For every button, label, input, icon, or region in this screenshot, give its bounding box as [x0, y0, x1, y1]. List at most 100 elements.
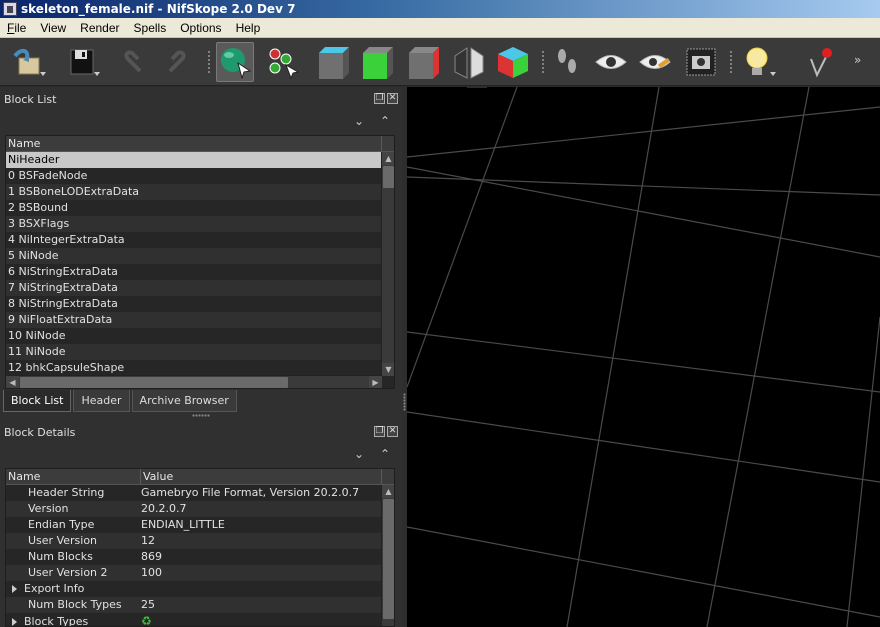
detail-row[interactable]: Endian Type ENDIAN_LITTLE: [6, 517, 382, 533]
float-icon[interactable]: ❐: [374, 93, 385, 104]
horizontal-splitter-handle[interactable]: [192, 414, 210, 417]
block-list-tree[interactable]: Name NiHeader 0 BSFadeNode 1 BSBoneLODEx…: [5, 135, 395, 389]
scroll-right-icon[interactable]: ▶: [369, 376, 382, 388]
menu-view[interactable]: View: [33, 21, 73, 35]
menu-help[interactable]: Help: [229, 21, 268, 35]
select-object-button[interactable]: [216, 42, 254, 82]
block-row[interactable]: 12 bhkCapsuleShape: [6, 360, 382, 376]
window-title: skeleton_female.nif - NifSkope 2.0 Dev 7: [21, 2, 296, 16]
block-row[interactable]: 5 NiNode: [6, 248, 382, 264]
nifskope-app-icon: [3, 2, 17, 16]
block-row[interactable]: NiHeader: [6, 152, 382, 168]
column-name[interactable]: Name: [6, 136, 382, 151]
block-row[interactable]: 2 BSBound: [6, 200, 382, 216]
save-dropdown-arrow[interactable]: [94, 72, 100, 76]
block-row[interactable]: 11 NiNode: [6, 344, 382, 360]
expand-all-icon[interactable]: ⌄: [352, 114, 366, 128]
detail-row[interactable]: Header String Gamebryo File Format, Versi…: [6, 485, 382, 501]
block-row[interactable]: 3 BSXFlags: [6, 216, 382, 232]
tab-header[interactable]: Header: [73, 390, 130, 412]
detail-name: Num Blocks: [28, 550, 93, 563]
save-file-button[interactable]: [62, 42, 100, 82]
block-row[interactable]: 0 BSFadeNode: [6, 168, 382, 184]
scroll-down-icon[interactable]: ▼: [382, 363, 394, 376]
tab-block-list[interactable]: Block List: [3, 390, 72, 412]
column-value[interactable]: Value: [141, 469, 382, 484]
tab-archive-browser[interactable]: Archive Browser: [131, 390, 237, 412]
view-side-icon: [409, 47, 439, 79]
select-vertex-button[interactable]: [264, 42, 302, 82]
block-list-vscrollbar[interactable]: ▲ ▼: [381, 152, 394, 376]
block-row[interactable]: 9 NiFloatExtraData: [6, 312, 382, 328]
view-front-button[interactable]: [358, 42, 396, 82]
view-top-button[interactable]: [314, 42, 352, 82]
pin-button[interactable]: [800, 42, 838, 82]
block-row[interactable]: 10 NiNode: [6, 328, 382, 344]
scroll-thumb[interactable]: [383, 166, 394, 188]
scroll-up-icon[interactable]: ▲: [382, 152, 394, 165]
open-file-button[interactable]: [8, 42, 46, 82]
toolbar-grip-3[interactable]: [729, 50, 733, 74]
close-icon[interactable]: ✕: [387, 426, 398, 437]
hscroll-thumb[interactable]: [20, 377, 288, 388]
screenshot-button[interactable]: [682, 42, 720, 82]
expand-arrow-icon[interactable]: [12, 618, 17, 626]
view-side-button[interactable]: [404, 42, 442, 82]
toolbar-grip[interactable]: [207, 50, 211, 74]
scroll-left-icon[interactable]: ◀: [6, 376, 19, 388]
undo-icon: [124, 50, 142, 73]
view-user-button[interactable]: [494, 42, 532, 82]
float-icon[interactable]: ❐: [374, 426, 385, 437]
detail-row[interactable]: User Version 12: [6, 533, 382, 549]
block-row[interactable]: 8 NiStringExtraData: [6, 296, 382, 312]
collapse-all-icon[interactable]: ⌃: [378, 447, 392, 461]
detail-name: Version: [28, 502, 69, 515]
expand-arrow-icon[interactable]: [12, 585, 17, 593]
block-list-hscrollbar[interactable]: ◀ ▶: [6, 375, 382, 388]
collapse-all-icon[interactable]: ⌃: [378, 114, 392, 128]
block-details-title-text: Block Details: [4, 425, 76, 439]
vertical-splitter-handle[interactable]: [403, 393, 406, 411]
detail-row[interactable]: User Version 2 100: [6, 565, 382, 581]
scroll-thumb[interactable]: [383, 499, 394, 619]
toolbar-overflow-button[interactable]: »: [854, 53, 861, 67]
lighting-dropdown-arrow[interactable]: [770, 72, 776, 76]
detail-row[interactable]: Version 20.2.0.7: [6, 501, 382, 517]
detail-value[interactable]: 12: [141, 533, 155, 549]
scroll-up-icon[interactable]: ▲: [382, 485, 394, 498]
detail-row[interactable]: Block Types ♻: [6, 613, 382, 626]
detail-row[interactable]: Num Blocks 869: [6, 549, 382, 565]
detail-row[interactable]: Export Info: [6, 581, 382, 597]
detail-row[interactable]: Num Block Types 25: [6, 597, 382, 613]
detail-value[interactable]: 20.2.0.7: [141, 501, 186, 517]
menu-spells[interactable]: Spells: [127, 21, 174, 35]
render-viewport[interactable]: [407, 87, 880, 627]
menu-render[interactable]: Render: [73, 21, 126, 35]
detail-value[interactable]: 25: [141, 597, 155, 613]
open-dropdown-arrow[interactable]: [40, 72, 46, 76]
view-walk-button[interactable]: [450, 42, 488, 82]
detail-value[interactable]: 100: [141, 565, 162, 581]
close-icon[interactable]: ✕: [387, 93, 398, 104]
walk-mode-button[interactable]: [548, 42, 586, 82]
block-row[interactable]: 6 NiStringExtraData: [6, 264, 382, 280]
block-row[interactable]: 7 NiStringExtraData: [6, 280, 382, 296]
block-row[interactable]: 4 NiIntegerExtraData: [6, 232, 382, 248]
block-details-vscrollbar[interactable]: ▲: [381, 485, 394, 626]
block-details-tree[interactable]: Name Value Header String Gamebryo File Fo…: [5, 468, 395, 627]
menu-file[interactable]: File: [0, 21, 33, 35]
column-name[interactable]: Name: [6, 469, 141, 484]
toolbar-grip-2[interactable]: [541, 50, 545, 74]
visibility-button[interactable]: [592, 42, 630, 82]
detail-value[interactable]: ENDIAN_LITTLE: [141, 517, 225, 533]
visibility-edit-button[interactable]: [636, 42, 674, 82]
refresh-icon[interactable]: ♻: [141, 613, 152, 626]
block-row[interactable]: 1 BSBoneLODExtraData: [6, 184, 382, 200]
undo-button[interactable]: [114, 42, 152, 82]
redo-button[interactable]: [158, 42, 196, 82]
detail-value[interactable]: Gamebryo File Format, Version 20.2.0.7: [141, 485, 359, 501]
expand-all-icon[interactable]: ⌄: [352, 447, 366, 461]
detail-value[interactable]: 869: [141, 549, 162, 565]
lighting-button[interactable]: [738, 42, 776, 82]
menu-options[interactable]: Options: [173, 21, 228, 35]
